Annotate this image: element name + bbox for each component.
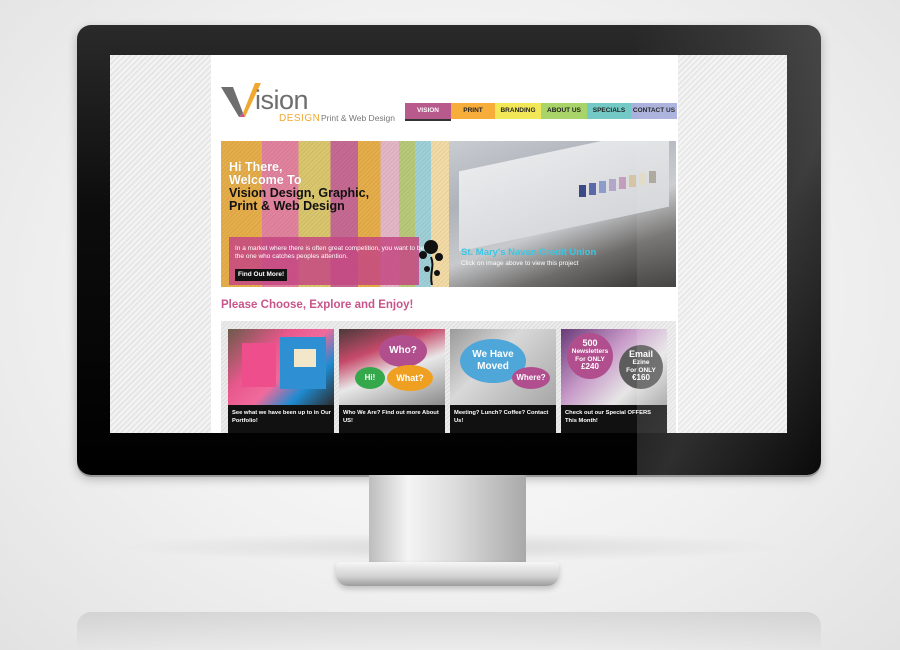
card-specials-image: 500 Newsletters For ONLY £240 Email Ezin… — [561, 329, 667, 405]
card-portfolio-image — [228, 329, 334, 405]
hero-project-subtitle: Click on image above to view this projec… — [461, 260, 579, 267]
swatch — [589, 183, 596, 195]
monitor-stand-base — [336, 562, 559, 586]
card-who-text: Who We Are? Find out more About US! — [343, 410, 439, 424]
hero-title: Hi There, Welcome To Vision Design, Grap… — [229, 161, 369, 213]
ezine-title: Email — [628, 349, 653, 359]
nav-vision-label: VISION — [416, 107, 440, 114]
logo-design-text: DESIGN — [279, 113, 321, 124]
offer-item: Newsletters — [571, 348, 609, 355]
card-portfolio[interactable]: See what we have been up to in Our Portf… — [228, 329, 334, 433]
leaflet-card — [294, 349, 316, 367]
nav-about-us[interactable]: ABOUT US — [541, 103, 587, 119]
swatch — [609, 179, 616, 191]
where-bubble: Where? — [512, 367, 550, 389]
card-specials-caption: Check out our Special OFFERS This Month! — [561, 405, 667, 433]
offer-price: £240 — [581, 362, 599, 371]
nav-about-us-label: ABOUT US — [547, 107, 581, 114]
nav-contact-us[interactable]: CONTACT US — [631, 103, 677, 119]
hero-project-title[interactable]: St. Mary's Navan Credit Union — [461, 247, 596, 258]
brochure-page — [459, 141, 669, 252]
monitor-bezel: ision DESIGN Print & Web Design VISION P… — [77, 25, 821, 475]
logo-design-label: DESIGN — [279, 113, 320, 124]
nav-branding[interactable]: BRANDING — [495, 103, 541, 119]
card-contact[interactable]: We Have Moved Where? Meeting? Lunch? Cof… — [450, 329, 556, 433]
swatch — [599, 181, 606, 193]
hi-bubble: Hi! — [355, 367, 385, 389]
card-contact-text: Meeting? Lunch? Coffee? Contact Us! — [454, 410, 549, 424]
swatch — [629, 175, 636, 187]
swatch — [649, 171, 656, 183]
monitor-screen: ision DESIGN Print & Web Design VISION P… — [110, 55, 787, 433]
card-contact-image: We Have Moved Where? — [450, 329, 556, 405]
nav-branding-label: BRANDING — [500, 107, 536, 114]
nav-contact-us-label: CONTACT US — [632, 107, 676, 114]
site-logo[interactable]: ision DESIGN Print & Web Design — [221, 83, 395, 127]
card-specials-text: Check out our Special OFFERS This Month! — [565, 410, 652, 424]
find-out-more-button[interactable]: Find Out More! — [235, 269, 288, 281]
what-bubble: What? — [387, 365, 433, 391]
ezine-item: Ezine — [632, 359, 650, 366]
ezine-offer-badge: Email Ezine For ONLY €160 — [619, 345, 663, 389]
card-contact-caption: Meeting? Lunch? Coffee? Contact Us! — [450, 405, 556, 433]
nav-specials[interactable]: SPECIALS — [587, 103, 631, 119]
card-portfolio-caption: See what we have been up to in Our Portf… — [228, 405, 334, 433]
card-portfolio-text: See what we have been up to in Our Portf… — [232, 410, 331, 424]
main-nav: VISION PRINT BRANDING ABOUT US SPECIALS … — [405, 103, 677, 119]
card-specials[interactable]: 500 Newsletters For ONLY £240 Email Ezin… — [561, 329, 667, 433]
offer-count: 500 — [582, 338, 598, 348]
nav-specials-label: SPECIALS — [592, 107, 626, 114]
logo-wordmark: ision — [255, 85, 309, 115]
logo-tagline: Print & Web Design — [321, 113, 396, 123]
nav-vision[interactable]: VISION — [405, 103, 451, 119]
monitor-reflection — [77, 612, 821, 650]
nav-active-indicator — [405, 119, 451, 121]
card-who-we-are[interactable]: Who? Hi! What? Who We Are? Find out more… — [339, 329, 445, 433]
swatch — [579, 185, 586, 197]
hero-tagline: In a market where there is often great c… — [235, 245, 424, 260]
swatch — [639, 173, 646, 185]
nav-print[interactable]: PRINT — [451, 103, 495, 119]
newsletter-offer-badge: 500 Newsletters For ONLY £240 — [567, 333, 613, 379]
pink-leaflet — [242, 343, 276, 387]
feature-cards: See what we have been up to in Our Portf… — [221, 321, 676, 433]
ezine-price: €160 — [632, 373, 650, 382]
card-who-image: Who? Hi! What? — [339, 329, 445, 405]
monitor-stand-neck — [369, 475, 526, 567]
section-heading: Please Choose, Explore and Enjoy! — [221, 299, 414, 311]
card-who-caption: Who We Are? Find out more About US! — [339, 405, 445, 433]
flower-ornament-icon — [419, 240, 443, 285]
hero-title-line4: Print & Web Design — [229, 199, 345, 213]
web-page: ision DESIGN Print & Web Design VISION P… — [211, 55, 678, 433]
who-bubble: Who? — [379, 335, 427, 367]
nav-print-label: PRINT — [463, 107, 483, 114]
swatch — [619, 177, 626, 189]
hero-banner[interactable]: Hi There, Welcome To Vision Design, Grap… — [221, 141, 676, 287]
